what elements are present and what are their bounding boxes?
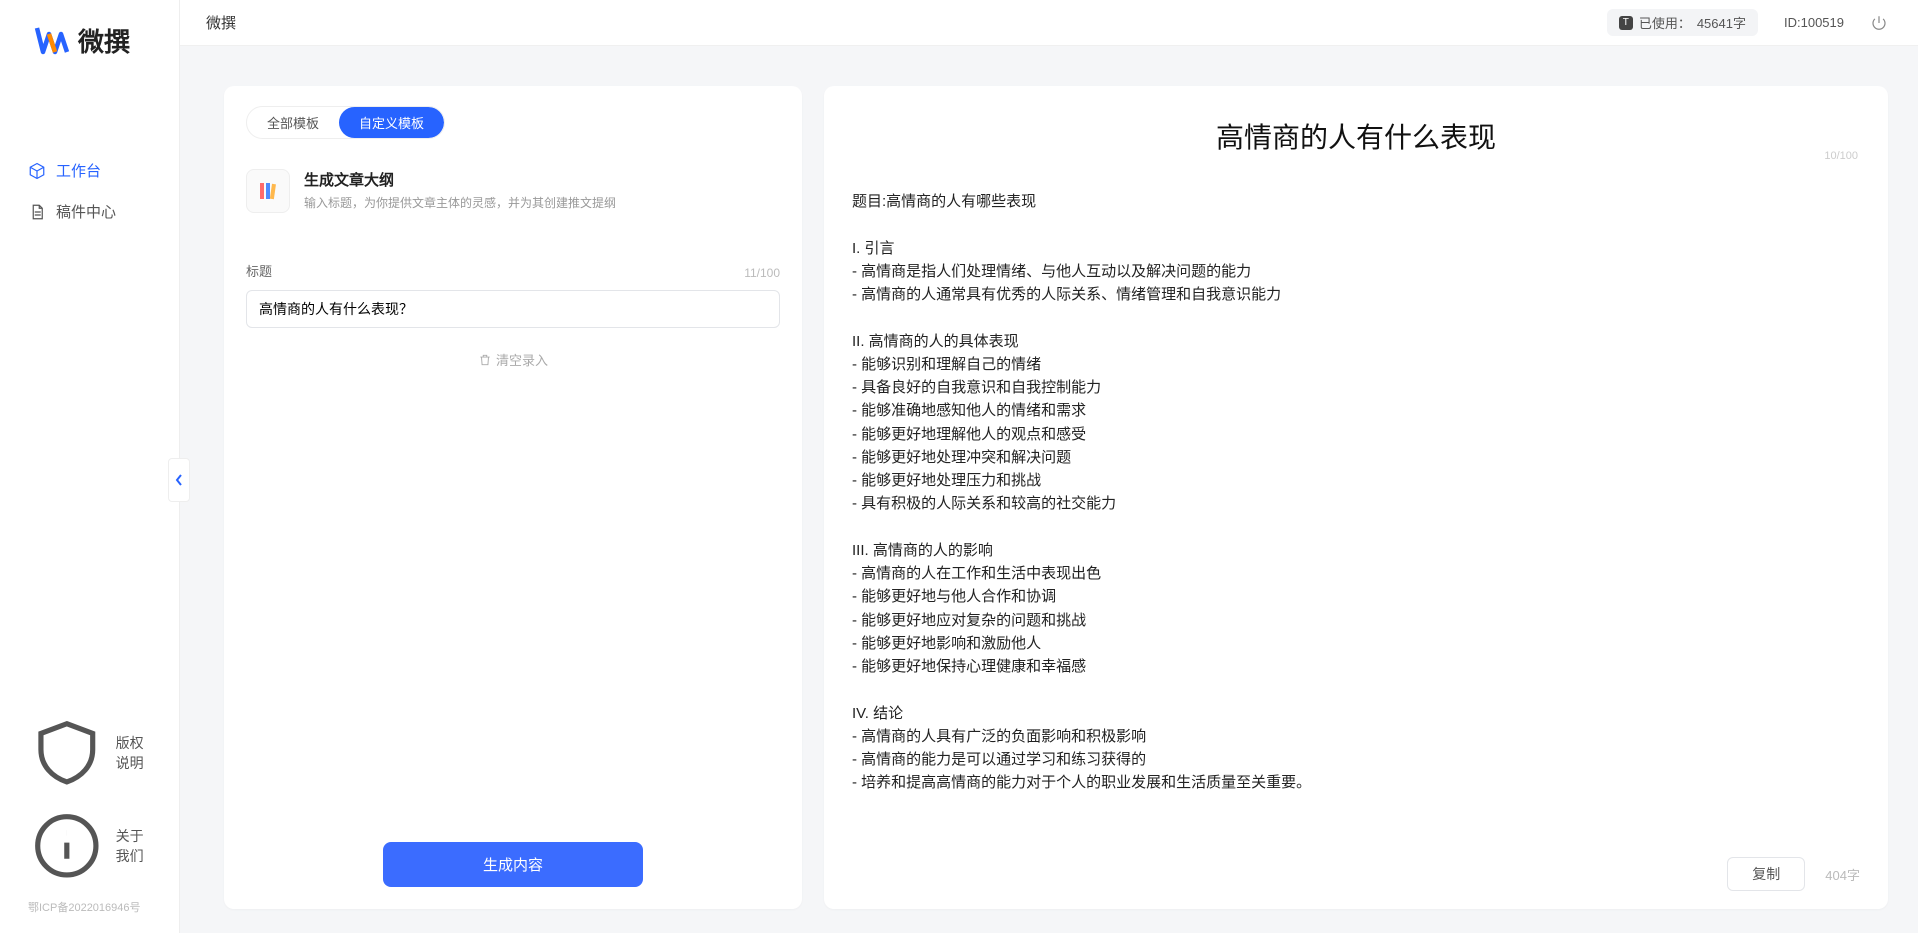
sidebar-link-copyright[interactable]: 版权说明 xyxy=(0,706,179,800)
sidebar-nav: 工作台 稿件中心 xyxy=(0,80,179,706)
shield-icon xyxy=(28,714,106,792)
main: 全部模板 自定义模板 生成文章大纲 输入标题，为你提供文章主体的灵感，并为其创建… xyxy=(180,46,1918,933)
logo-icon xyxy=(34,22,70,58)
chevron-left-icon xyxy=(174,473,184,487)
title-input[interactable] xyxy=(246,290,780,328)
template-icon xyxy=(246,169,290,213)
sidebar-collapse-toggle[interactable] xyxy=(168,458,190,502)
usage-value: 45641字 xyxy=(1697,13,1746,32)
tab-all-templates[interactable]: 全部模板 xyxy=(247,107,339,138)
copy-button[interactable]: 复制 xyxy=(1727,857,1805,891)
input-panel: 全部模板 自定义模板 生成文章大纲 输入标题，为你提供文章主体的灵感，并为其创建… xyxy=(224,86,802,909)
sidebar-item-label: 稿件中心 xyxy=(56,201,116,222)
header: 微撰 T 已使用： 45641字 ID:100519 xyxy=(180,0,1918,46)
brand-name: 微撰 xyxy=(78,22,130,59)
sidebar-link-label: 版权说明 xyxy=(116,733,151,773)
template-tabs: 全部模板 自定义模板 xyxy=(246,106,445,139)
id-label: ID: xyxy=(1784,15,1801,30)
sidebar: 微撰 工作台 稿件中心 版权说明 关于我们 鄂ICP备2022016946号 xyxy=(0,0,180,933)
output-panel: 高情商的人有什么表现 10/100 题目:高情商的人有哪些表现 I. 引言 - … xyxy=(824,86,1888,909)
generate-button[interactable]: 生成内容 xyxy=(383,842,643,887)
books-icon xyxy=(256,179,280,203)
template-card: 生成文章大纲 输入标题，为你提供文章主体的灵感，并为其创建推文提纲 xyxy=(246,169,780,213)
power-icon[interactable] xyxy=(1870,14,1888,32)
header-right: T 已使用： 45641字 ID:100519 xyxy=(1607,9,1888,36)
usage-pill[interactable]: T 已使用： 45641字 xyxy=(1607,9,1758,36)
clear-input-label: 清空录入 xyxy=(496,350,548,369)
output-footer: 复制 404字 xyxy=(852,847,1860,891)
title-field-label: 标题 xyxy=(246,261,272,280)
sidebar-bottom: 版权说明 关于我们 鄂ICP备2022016946号 xyxy=(0,706,179,933)
sidebar-item-label: 工作台 xyxy=(56,160,101,181)
brand: 微撰 xyxy=(0,0,179,80)
sidebar-link-about[interactable]: 关于我们 xyxy=(0,799,179,893)
trash-icon xyxy=(478,353,492,367)
user-id: ID:100519 xyxy=(1784,15,1844,30)
cube-icon xyxy=(28,162,46,180)
template-title: 生成文章大纲 xyxy=(304,169,616,190)
document-body[interactable]: 题目:高情商的人有哪些表现 I. 引言 - 高情商是指人们处理情绪、与他人互动以… xyxy=(852,190,1860,847)
page-title: 微撰 xyxy=(206,12,236,33)
tab-custom-templates[interactable]: 自定义模板 xyxy=(339,107,444,138)
info-icon xyxy=(28,807,106,885)
doc-icon xyxy=(28,203,46,221)
sidebar-link-label: 关于我们 xyxy=(116,826,151,866)
document-title-counter: 10/100 xyxy=(1824,150,1858,162)
id-value: 100519 xyxy=(1801,15,1844,30)
document-title: 高情商的人有什么表现 xyxy=(852,116,1860,156)
title-field-counter: 11/100 xyxy=(744,266,780,280)
output-char-count: 404字 xyxy=(1825,865,1860,884)
sidebar-item-workbench[interactable]: 工作台 xyxy=(0,150,179,191)
template-desc: 输入标题，为你提供文章主体的灵感，并为其创建推文提纲 xyxy=(304,194,616,211)
usage-label: 已使用： xyxy=(1639,13,1691,32)
usage-badge-icon: T xyxy=(1619,16,1633,30)
icp-text: 鄂ICP备2022016946号 xyxy=(0,893,179,915)
sidebar-item-drafts[interactable]: 稿件中心 xyxy=(0,191,179,232)
clear-input-button[interactable]: 清空录入 xyxy=(246,350,780,369)
